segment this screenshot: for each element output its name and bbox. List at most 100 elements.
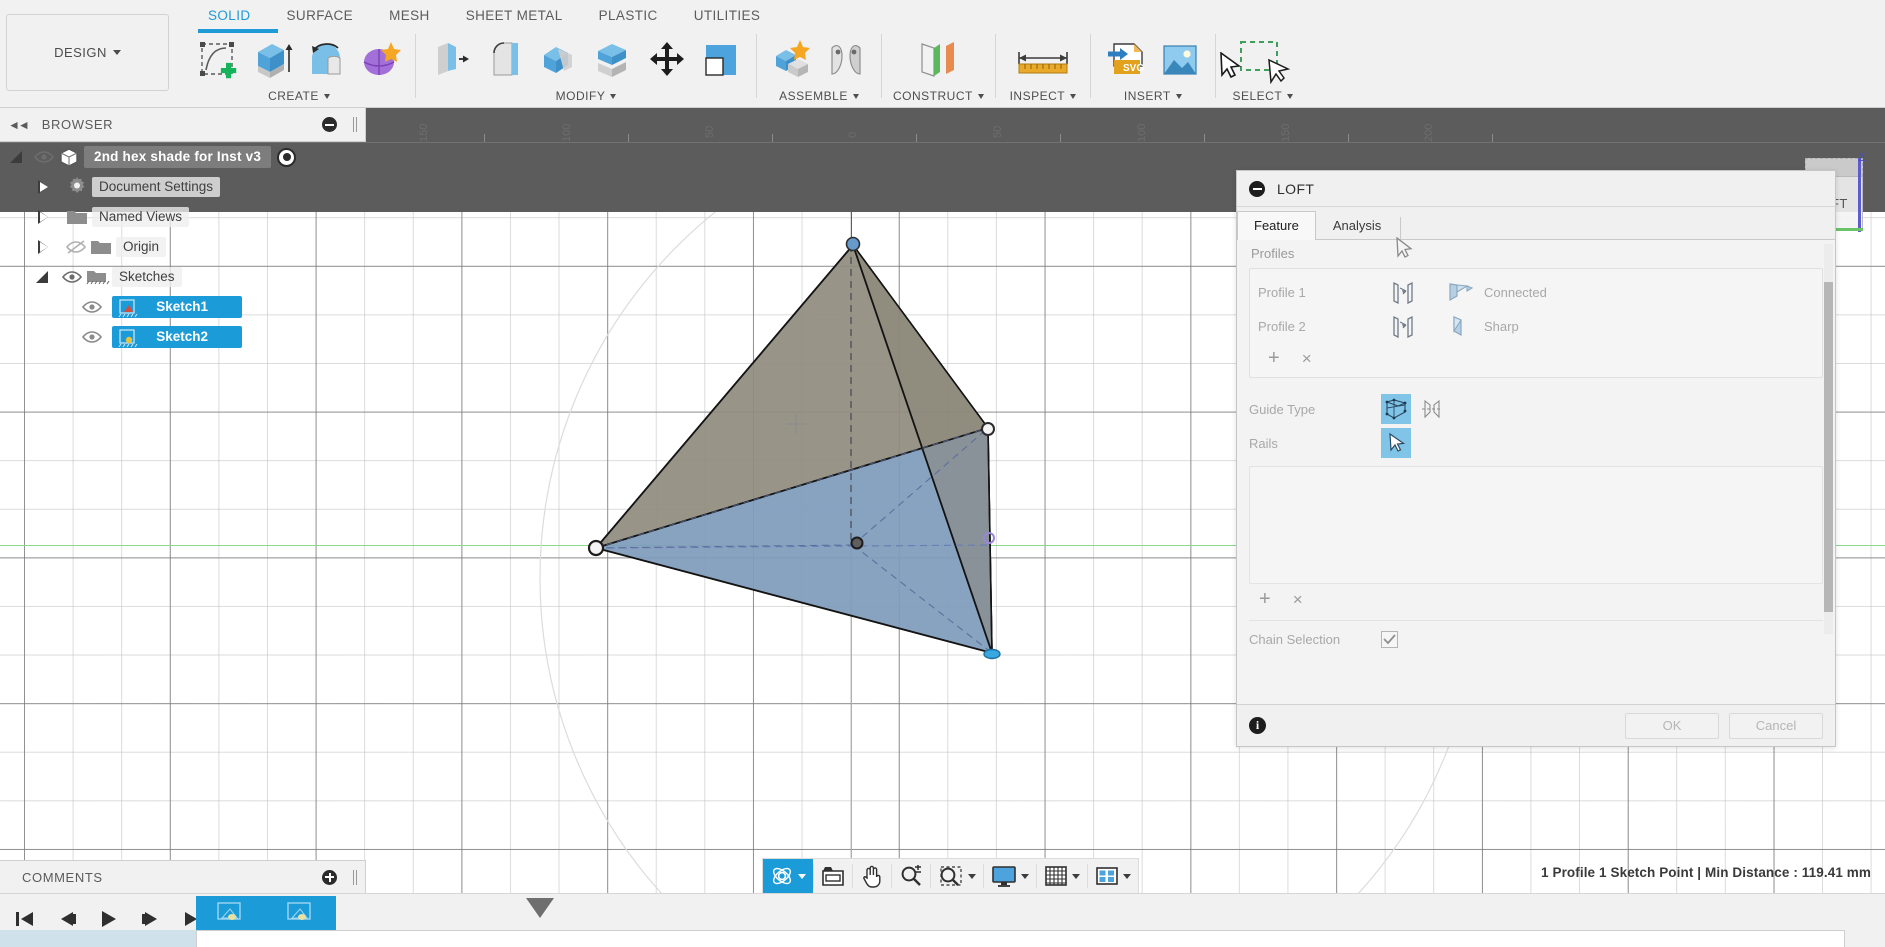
insert-svg-icon[interactable]: SVG (1102, 34, 1150, 86)
minus-circle-icon[interactable] (1249, 180, 1265, 197)
dialog-scrollbar[interactable] (1824, 244, 1833, 634)
collapse-arrow-icon[interactable] (38, 210, 48, 224)
offset-plane-icon[interactable] (907, 34, 969, 86)
centerline-guide-icon[interactable] (1417, 394, 1447, 424)
panel-title-modify[interactable]: MODIFY (556, 86, 617, 106)
tab-utilities[interactable]: UTILITIES (676, 0, 779, 27)
ok-button[interactable]: OK (1625, 712, 1719, 739)
select-window-icon[interactable] (1227, 34, 1299, 86)
profile-select-icon[interactable] (1390, 314, 1446, 338)
viewport-grid-icon[interactable] (814, 859, 852, 893)
tree-row-document-settings[interactable]: Document Settings (0, 172, 366, 202)
revolve-icon[interactable] (302, 34, 350, 86)
press-pull-icon[interactable] (427, 34, 475, 86)
measure-icon[interactable] (1007, 34, 1079, 86)
extrude-icon[interactable] (248, 34, 296, 86)
panel-resize-grip[interactable] (353, 869, 358, 885)
tree-label-sketch1[interactable]: Sketch1 (112, 296, 242, 318)
profile-row-2[interactable]: Profile 2 Sharp (1258, 309, 1814, 343)
move-copy-icon[interactable] (643, 34, 691, 86)
new-component-icon[interactable] (768, 34, 816, 86)
tree-row-sketch2[interactable]: Sketch2 (0, 322, 366, 352)
tab-surface[interactable]: SURFACE (269, 0, 372, 27)
visibility-hidden-eye-icon[interactable] (66, 240, 86, 254)
chain-selection-checkbox[interactable] (1381, 631, 1398, 648)
profile-row-1[interactable]: Profile 1 Connected (1258, 275, 1814, 309)
remove-rail-button[interactable]: × (1293, 591, 1303, 608)
activate-radio-icon[interactable] (277, 147, 297, 167)
form-icon[interactable] (356, 34, 404, 86)
panel-title-construct[interactable]: CONSTRUCT (893, 86, 984, 106)
chevron-down-icon[interactable] (1072, 873, 1080, 883)
plus-circle-icon[interactable] (322, 869, 337, 885)
workspace-switcher-button[interactable]: DESIGN (6, 14, 169, 91)
tree-label-sketch2[interactable]: Sketch2 (112, 326, 242, 348)
tree-row-named-views[interactable]: Named Views (0, 202, 366, 232)
tab-solid[interactable]: SOLID (190, 0, 269, 27)
chevron-down-icon[interactable] (968, 873, 976, 883)
tab-sheet-metal[interactable]: SHEET METAL (448, 0, 581, 27)
visibility-eye-icon[interactable] (34, 150, 54, 164)
tree-row-root[interactable]: 2nd hex shade for Inst v3 (0, 142, 366, 172)
panel-title-create[interactable]: CREATE (268, 86, 330, 106)
minus-circle-icon[interactable] (322, 117, 337, 132)
grid-snaps-icon[interactable] (1037, 859, 1087, 893)
tree-label-document-settings[interactable]: Document Settings (92, 177, 221, 197)
fillet-icon[interactable] (481, 34, 529, 86)
timeline-marker-icon[interactable] (526, 898, 554, 918)
tree-row-origin[interactable]: Origin (0, 232, 366, 262)
display-settings-icon[interactable] (984, 859, 1036, 893)
add-rail-button[interactable]: + (1259, 589, 1271, 609)
connected-icon[interactable] (1446, 281, 1484, 303)
viewports-icon[interactable] (1088, 859, 1138, 893)
sharp-icon[interactable] (1446, 315, 1484, 337)
add-profile-button[interactable]: + (1268, 348, 1280, 368)
tab-analysis[interactable]: Analysis (1316, 211, 1398, 240)
tree-label-root[interactable]: 2nd hex shade for Inst v3 (84, 146, 272, 168)
visibility-eye-icon[interactable] (82, 330, 102, 344)
orbit-icon[interactable] (763, 859, 813, 893)
collapse-arrow-icon[interactable] (38, 240, 48, 254)
profile-select-icon[interactable] (1390, 280, 1446, 304)
expand-arrow-icon[interactable] (10, 151, 22, 163)
remove-profile-button[interactable]: × (1302, 350, 1312, 367)
cursor-select-icon[interactable] (1381, 428, 1411, 458)
chevron-down-icon[interactable] (798, 873, 806, 883)
joint-icon[interactable] (822, 34, 870, 86)
zoom-window-icon[interactable] (931, 859, 983, 893)
chevron-down-icon[interactable] (1123, 873, 1131, 883)
collapse-arrow-icon[interactable] (38, 180, 48, 194)
cancel-button[interactable]: Cancel (1729, 712, 1823, 739)
tree-label-named-views[interactable]: Named Views (92, 207, 190, 227)
tab-plastic[interactable]: PLASTIC (581, 0, 676, 27)
zoom-icon[interactable] (892, 859, 930, 893)
tab-mesh[interactable]: MESH (371, 0, 448, 27)
panel-title-assemble[interactable]: ASSEMBLE (779, 86, 859, 106)
timeline-track[interactable] (196, 930, 1845, 947)
tree-label-sketches[interactable]: Sketches (112, 267, 182, 287)
insert-image-icon[interactable] (1156, 34, 1204, 86)
loft-dialog[interactable]: LOFT Feature Analysis Profiles Profile 1… (1236, 170, 1836, 747)
visibility-eye-icon[interactable] (82, 300, 102, 314)
rails-list[interactable] (1249, 466, 1823, 584)
panel-resize-grip[interactable] (353, 117, 358, 132)
tree-row-sketches[interactable]: Sketches (0, 262, 366, 292)
panel-title-select[interactable]: SELECT (1232, 86, 1294, 106)
tree-label-origin[interactable]: Origin (116, 237, 167, 257)
info-icon[interactable]: i (1249, 717, 1266, 734)
tab-feature[interactable]: Feature (1237, 211, 1316, 240)
chevron-down-icon[interactable] (1021, 873, 1029, 883)
rails-guide-icon[interactable] (1381, 394, 1411, 424)
pan-hand-icon[interactable] (853, 859, 891, 893)
panel-title-insert[interactable]: INSERT (1124, 86, 1182, 106)
shell-icon[interactable] (535, 34, 583, 86)
collapse-left-icon[interactable]: ◄◄ (8, 118, 30, 132)
tree-row-sketch1[interactable]: Sketch1 (0, 292, 366, 322)
combine-icon[interactable] (589, 34, 637, 86)
create-sketch-icon[interactable] (194, 34, 242, 86)
timeline-feature-sketch1[interactable] (196, 896, 266, 930)
panel-title-inspect[interactable]: INSPECT (1010, 86, 1077, 106)
timeline-feature-sketch2[interactable] (266, 896, 336, 930)
align-icon[interactable] (697, 34, 745, 86)
expand-arrow-icon[interactable] (36, 271, 48, 283)
